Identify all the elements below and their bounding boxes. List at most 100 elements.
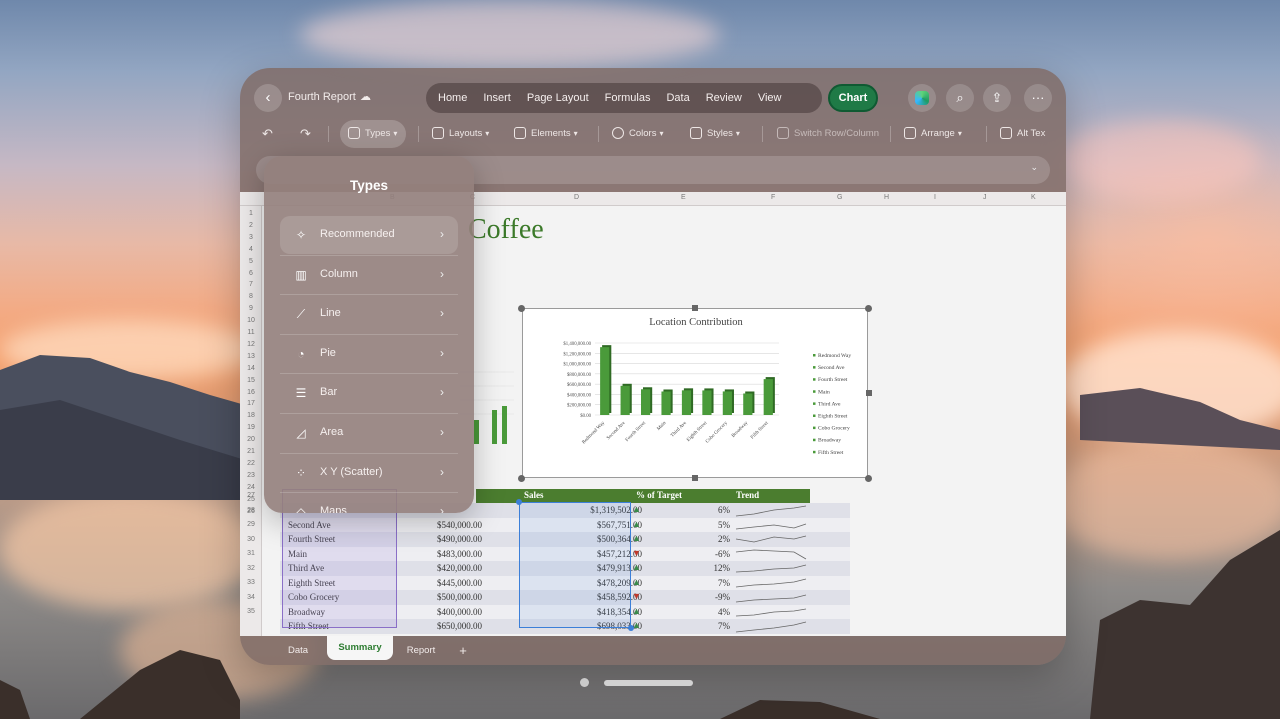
elements-dropdown[interactable]: Elements ▾ [514,120,578,148]
row-number[interactable]: 14 [240,365,262,372]
column-letter[interactable]: J [983,194,987,201]
row-number[interactable]: 22 [240,460,262,467]
tab-chart[interactable]: Chart [828,84,878,112]
row-number[interactable]: 20 [240,436,262,443]
row-number[interactable]: 6 [240,270,262,277]
row-number[interactable]: 21 [240,448,262,455]
column-letter[interactable]: K [1031,194,1036,201]
selection-handle[interactable] [628,625,634,631]
add-sheet-button[interactable]: + [456,640,470,662]
cell-pct-target[interactable]: 2% [700,534,730,544]
types-dropdown[interactable]: Types ▾ [340,120,406,148]
row-number[interactable]: 19 [240,424,262,431]
cell-pct-target[interactable]: 7% [700,578,730,588]
layouts-dropdown[interactable]: Layouts ▾ [432,120,489,148]
column-letter[interactable]: H [884,194,889,201]
more-button[interactable]: ··· [1024,84,1052,112]
chart-type-area[interactable]: ◿ Area › [280,414,458,452]
chart-type-recommended[interactable]: ✧ Recommended › [280,216,458,254]
tab-data[interactable]: Data [658,83,697,113]
row-number[interactable]: 8 [240,293,262,300]
row-number[interactable]: 32 [240,565,262,572]
row-number[interactable]: 12 [240,341,262,348]
row-number[interactable]: 23 [240,472,262,479]
cell-pct-target[interactable]: 12% [700,563,731,573]
row-number[interactable]: 13 [240,353,262,360]
selection-range-sales[interactable] [519,502,631,628]
chart-resize-handle[interactable] [518,305,525,312]
cell-pct-target[interactable]: -6% [700,549,730,559]
row-number[interactable]: 16 [240,389,262,396]
copilot-button[interactable] [908,84,936,112]
chart-type-line[interactable]: ⟋ Line › [280,295,458,333]
cell-pct-target[interactable]: 6% [700,505,730,515]
back-button[interactable]: ‹ [254,84,282,112]
sheet-tab-summary[interactable]: Summary [327,636,393,660]
window-dot-indicator[interactable] [580,678,589,687]
chart-resize-handle[interactable] [518,475,525,482]
column-letter[interactable]: F [771,194,775,201]
cell-pct-target[interactable]: -9% [700,592,730,602]
chevron-down-icon[interactable]: ⌄ [1030,162,1038,173]
tab-formulas[interactable]: Formulas [597,83,659,113]
chart-resize-handle[interactable] [866,390,872,396]
cell-target[interactable]: $490,000.00 [430,534,482,544]
chart-type-column[interactable]: ▥ Column › [280,256,458,294]
sheet-tab-data[interactable]: Data [284,640,312,662]
share-button[interactable]: ⇪ [983,84,1011,112]
undo-button[interactable]: ↶ [262,120,273,148]
column-letter[interactable]: D [574,194,579,201]
cell-pct-target[interactable]: 7% [700,621,730,631]
sheet-tab-report[interactable]: Report [404,640,438,662]
column-letter[interactable]: I [934,194,936,201]
chart-resize-handle[interactable] [865,475,872,482]
row-number[interactable]: 17 [240,400,262,407]
row-number[interactable]: 18 [240,412,262,419]
tab-view[interactable]: View [750,83,790,113]
row-number[interactable]: 31 [240,550,262,557]
search-button[interactable]: ⌕ [946,84,974,112]
row-number[interactable]: 15 [240,377,262,384]
cell-target[interactable]: $420,000.00 [430,563,482,573]
column-letter[interactable]: E [681,194,686,201]
tab-insert[interactable]: Insert [475,83,519,113]
redo-button[interactable]: ↷ [300,120,311,148]
row-number[interactable]: 4 [240,246,262,253]
cell-pct-target[interactable]: 5% [700,520,730,530]
chart-type-pie[interactable]: ◔ Pie › [280,335,458,373]
row-number[interactable]: 7 [240,281,262,288]
row-number[interactable]: 33 [240,579,262,586]
row-number[interactable]: 10 [240,317,262,324]
row-number[interactable]: 35 [240,608,262,615]
alt-text-button[interactable]: Alt Tex [1000,120,1045,148]
tab-page-layout[interactable]: Page Layout [519,83,597,113]
row-number[interactable]: 5 [240,258,262,265]
row-number[interactable]: 34 [240,594,262,601]
colors-dropdown[interactable]: Colors ▾ [612,120,663,148]
row-number[interactable]: 29 [240,521,262,528]
cell-target[interactable]: $540,000.00 [430,520,482,530]
row-number[interactable]: 9 [240,305,262,312]
row-number[interactable]: 30 [240,536,262,543]
chart-resize-handle[interactable] [865,305,872,312]
chart-resize-handle[interactable] [692,475,698,481]
column-letter[interactable]: G [837,194,842,201]
cell-target[interactable]: $400,000.00 [430,607,482,617]
cell-target[interactable]: $500,000.00 [430,592,482,602]
tab-home[interactable]: Home [430,83,475,113]
window-grab-bar[interactable] [604,680,693,686]
row-number[interactable]: 27 [240,492,262,499]
row-number[interactable]: 3 [240,234,262,241]
chart-type-x-y-scatter[interactable]: ⁘ X Y (Scatter) › [280,454,458,492]
cell-target[interactable]: $650,000.00 [430,621,482,631]
row-number[interactable]: 11 [240,329,262,336]
row-number[interactable]: 24 [240,484,262,491]
chart-location-contribution[interactable]: Location Contribution $1,400,000.00 $1,200… [522,308,868,478]
chart-resize-handle[interactable] [692,305,698,311]
row-number[interactable]: 1 [240,210,262,217]
chart-type-maps[interactable]: ◇ Maps › [280,493,458,513]
cell-target[interactable]: $483,000.00 [430,549,482,559]
styles-dropdown[interactable]: Styles ▾ [690,120,740,148]
row-number[interactable]: 2 [240,222,262,229]
cell-target[interactable]: $445,000.00 [430,578,482,588]
